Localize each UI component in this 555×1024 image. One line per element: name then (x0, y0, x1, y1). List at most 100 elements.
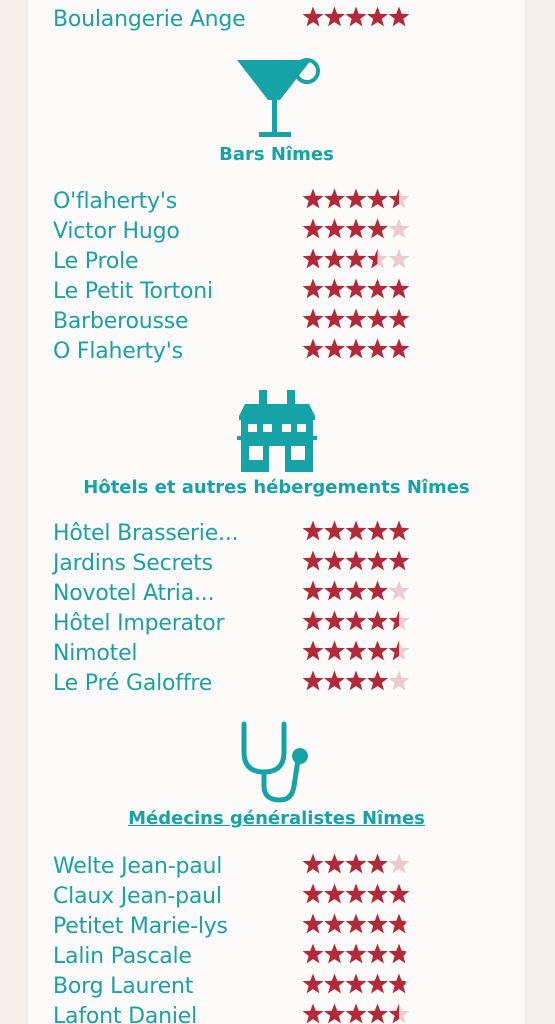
star-icon (324, 188, 345, 209)
item-name: Borg Laurent (53, 974, 194, 999)
star-icon (367, 218, 388, 239)
star-icon (345, 913, 367, 934)
star-icon (345, 943, 367, 964)
star-icon (302, 1003, 324, 1024)
list-item[interactable]: Barberousse (53, 308, 493, 338)
section-title-bars[interactable]: Bars Nîmes (28, 144, 525, 165)
star-icon (345, 580, 367, 601)
cocktail-glass-icon (233, 56, 323, 140)
star-icon (388, 853, 410, 874)
star-icon (302, 188, 324, 209)
star-icon (302, 853, 324, 874)
item-name: Hôtel Imperator (53, 611, 225, 636)
star-icon (388, 670, 410, 691)
rating-stars (302, 218, 412, 240)
star-icon (367, 248, 388, 269)
star-icon (345, 6, 367, 27)
list-item[interactable]: Borg Laurent (53, 973, 493, 1003)
item-name: Lalin Pascale (53, 944, 192, 969)
section-title-hotels[interactable]: Hôtels et autres hébergements Nîmes (28, 477, 525, 498)
star-icon (388, 883, 410, 904)
list-item[interactable]: Lalin Pascale (53, 943, 493, 973)
item-name: Claux Jean-paul (53, 884, 222, 909)
list-item[interactable]: Le Petit Tortoni (53, 278, 493, 308)
star-icon (302, 943, 324, 964)
star-icon (302, 520, 324, 541)
star-icon (388, 973, 410, 994)
star-icon (388, 248, 410, 269)
star-icon (324, 520, 345, 541)
star-icon (345, 248, 367, 269)
star-icon (324, 640, 345, 661)
list-item[interactable]: Jardins Secrets (53, 550, 493, 580)
rating-stars (302, 1003, 412, 1024)
rating-stars (302, 248, 412, 270)
star-icon (388, 338, 410, 359)
star-icon (324, 1003, 345, 1024)
star-icon (324, 973, 345, 994)
star-icon (388, 913, 410, 934)
list-item[interactable]: Boulangerie Ange (53, 6, 493, 36)
list-item[interactable]: Le Prole (53, 248, 493, 278)
star-icon (324, 248, 345, 269)
rating-stars (302, 610, 412, 632)
star-icon (367, 338, 388, 359)
star-icon (345, 883, 367, 904)
star-icon (345, 338, 367, 359)
star-icon (324, 913, 345, 934)
star-icon (324, 278, 345, 299)
list-item[interactable]: Le Pré Galoffre (53, 670, 493, 700)
star-icon (324, 610, 345, 631)
rating-stars (302, 278, 412, 300)
section-title-doctors[interactable]: Médecins généralistes Nîmes (28, 808, 525, 829)
list-item[interactable]: O'flaherty's (53, 188, 493, 218)
star-icon (367, 308, 388, 329)
list-item[interactable]: Hôtel Imperator (53, 610, 493, 640)
star-icon (302, 248, 324, 269)
list-item[interactable]: Victor Hugo (53, 218, 493, 248)
hotel-building-icon (235, 388, 319, 474)
item-name: Nimotel (53, 641, 138, 666)
list-item[interactable]: Petitet Marie-lys (53, 913, 493, 943)
star-icon (367, 580, 388, 601)
star-icon (367, 520, 388, 541)
list-item[interactable]: Lafont Daniel (53, 1003, 493, 1024)
item-name: O Flaherty's (53, 339, 183, 364)
star-icon (302, 278, 324, 299)
stethoscope-icon (236, 718, 316, 804)
star-icon (388, 218, 410, 239)
star-icon (367, 973, 388, 994)
star-icon (324, 883, 345, 904)
star-icon (302, 6, 324, 27)
item-name: Novotel Atria... (53, 581, 215, 606)
star-icon (388, 943, 410, 964)
item-name: Victor Hugo (53, 219, 180, 244)
star-icon (345, 670, 367, 691)
star-icon (367, 943, 388, 964)
list-item[interactable]: Novotel Atria... (53, 580, 493, 610)
star-icon (302, 973, 324, 994)
star-icon (345, 610, 367, 631)
rating-stars (302, 640, 412, 662)
star-icon (388, 308, 410, 329)
item-name: Welte Jean-paul (53, 854, 223, 879)
star-icon (302, 338, 324, 359)
list-item[interactable]: O Flaherty's (53, 338, 493, 368)
rating-stars (302, 188, 412, 210)
star-icon (345, 278, 367, 299)
list-item[interactable]: Welte Jean-paul (53, 853, 493, 883)
star-icon (302, 913, 324, 934)
star-icon (367, 640, 388, 661)
star-icon (367, 188, 388, 209)
list-item[interactable]: Claux Jean-paul (53, 883, 493, 913)
star-icon (388, 278, 410, 299)
star-icon (388, 550, 410, 571)
list-item[interactable]: Hôtel Brasserie... (53, 520, 493, 550)
rating-stars (302, 520, 412, 542)
item-name: Barberousse (53, 309, 189, 334)
rating-stars (302, 943, 412, 965)
star-icon (367, 1003, 388, 1024)
star-icon (345, 550, 367, 571)
star-icon (367, 883, 388, 904)
list-item[interactable]: Nimotel (53, 640, 493, 670)
